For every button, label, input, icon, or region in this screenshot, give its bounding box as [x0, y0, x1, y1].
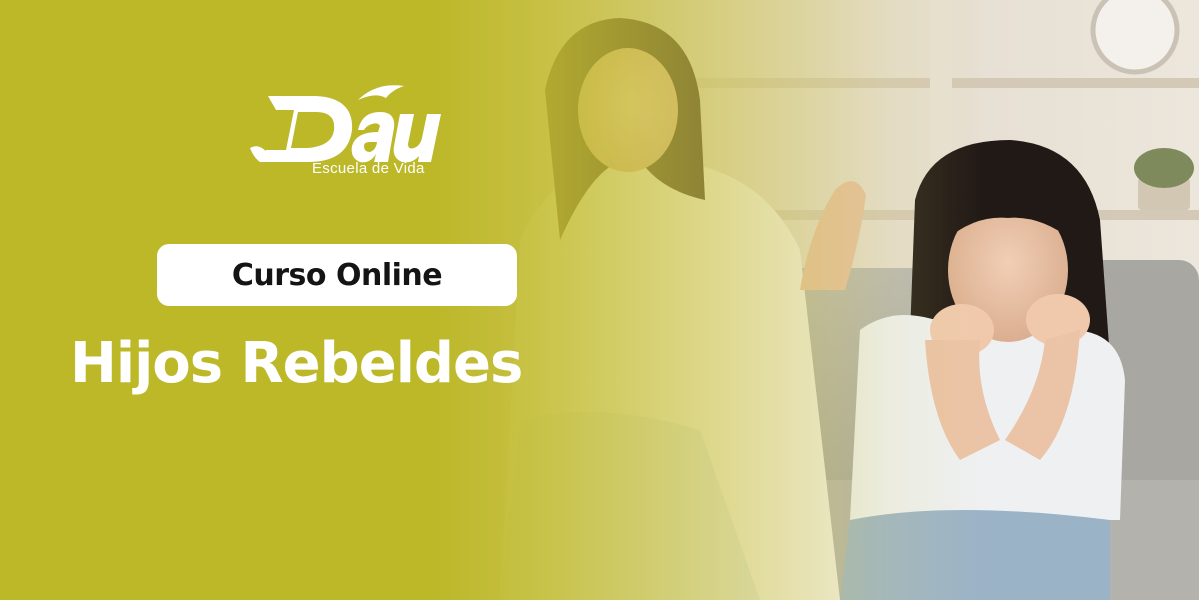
- course-type-badge: Curso Online: [157, 244, 517, 306]
- dau-logo: [250, 85, 441, 163]
- course-type-label: Curso Online: [231, 257, 443, 293]
- course-title: Hijos Rebeldes: [70, 331, 523, 396]
- course-banner: Escuela de Vida Curso Online Hijos Rebel…: [0, 0, 1199, 600]
- logo-tagline: Escuela de Vida: [312, 160, 425, 177]
